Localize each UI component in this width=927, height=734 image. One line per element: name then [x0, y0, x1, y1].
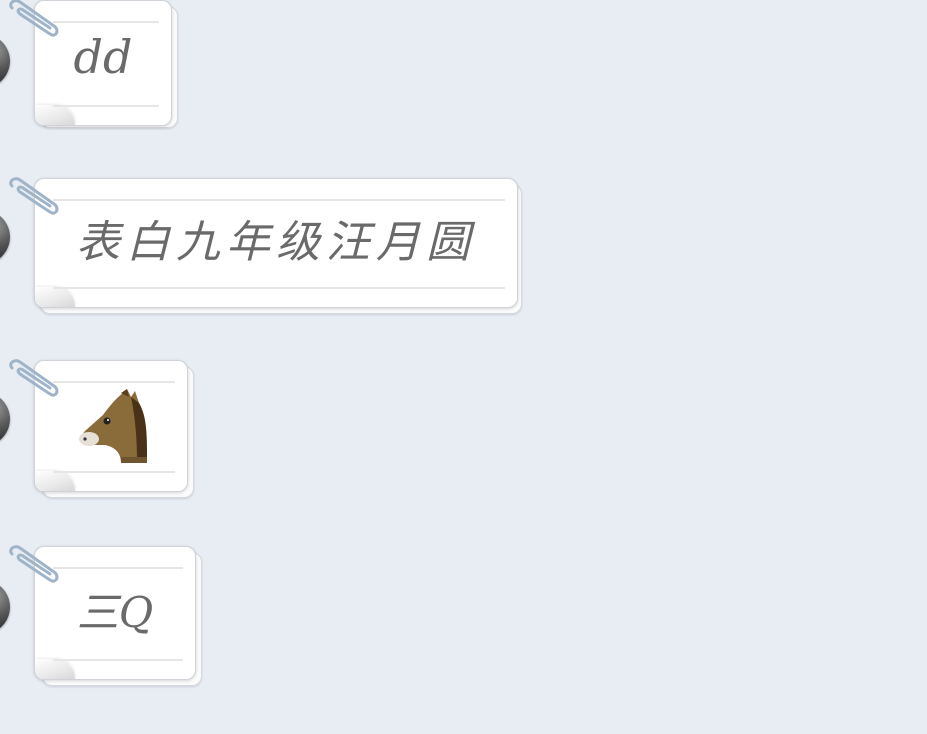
paperclip-icon [9, 545, 59, 583]
paperclip-icon [9, 177, 59, 215]
paperclip-icon [9, 0, 59, 37]
message-text: 表白九年级汪月圆 [76, 217, 476, 268]
horse-icon [79, 389, 147, 463]
chat-message-list: dd 表白九年级汪月圆 三Q [0, 0, 927, 734]
paperclip-icon [9, 359, 59, 397]
avatar[interactable] [0, 580, 10, 634]
message-text: 三Q [76, 588, 154, 637]
avatar[interactable] [0, 34, 10, 88]
message-bubble[interactable]: dd [9, 0, 179, 132]
message-bubble[interactable]: 表白九年级汪月圆 [9, 177, 524, 314]
message-bubble[interactable] [9, 359, 194, 498]
message-bubble[interactable]: 三Q [9, 545, 202, 686]
